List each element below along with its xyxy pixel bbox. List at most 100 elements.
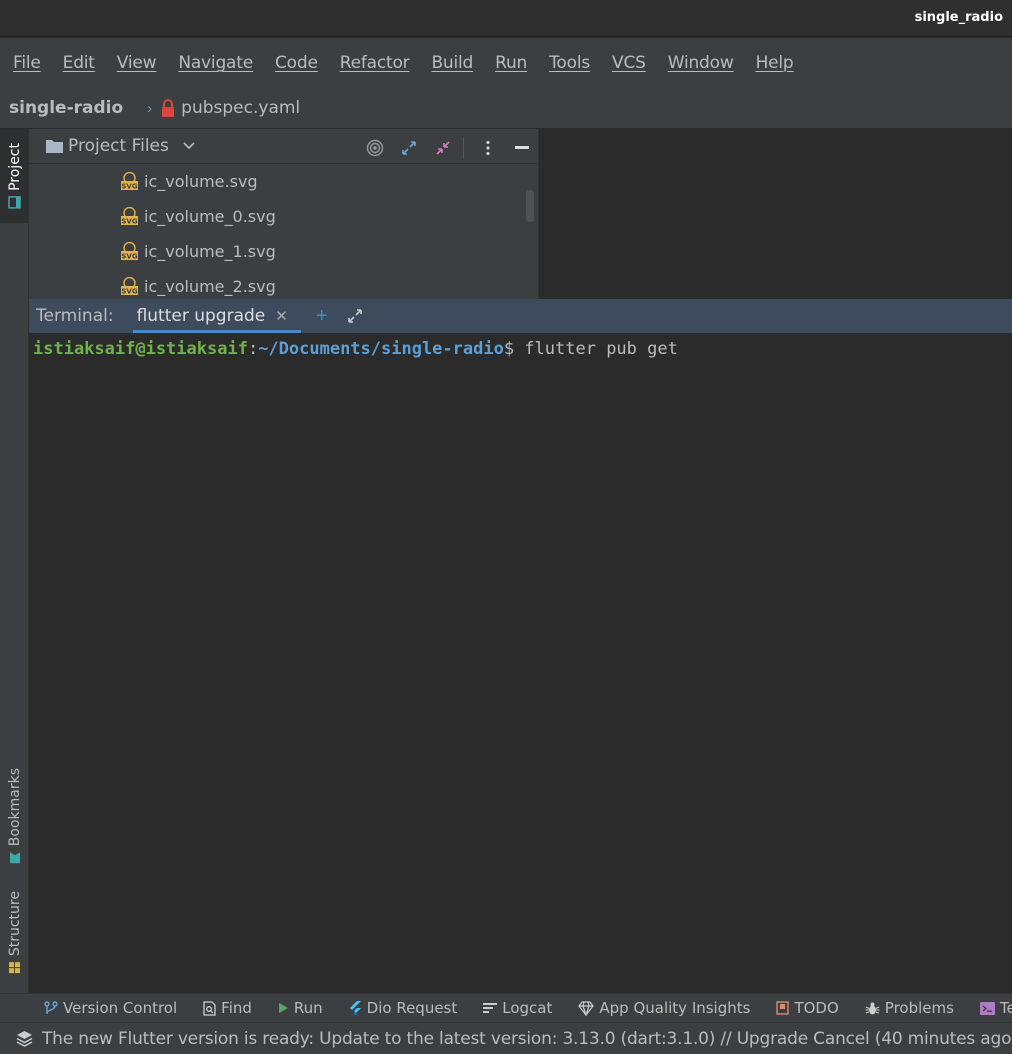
window-title: single_radio xyxy=(914,10,1003,25)
tool-window-bar: Version Control Find Run Dio Request Log… xyxy=(0,993,1012,1022)
svg-file-icon: SVG xyxy=(121,172,138,191)
left-tool-strip: Project Bookmarks Structure xyxy=(0,129,29,993)
menu-vcs[interactable]: VCS xyxy=(612,53,646,73)
menu-window[interactable]: Window xyxy=(668,53,734,73)
status-bar: The new Flutter version is ready: Update… xyxy=(0,1022,1012,1054)
more-options-icon[interactable] xyxy=(478,138,498,158)
menu-refactor[interactable]: Refactor xyxy=(340,53,410,73)
tool-label: Version Control xyxy=(63,999,178,1017)
tool-dio-request[interactable]: Dio Request xyxy=(349,999,458,1017)
list-item[interactable]: SVG ic_volume.svg xyxy=(29,164,539,199)
terminal-output[interactable]: istiaksaif@istiaksaif:~/Documents/single… xyxy=(29,333,1012,993)
prompt-user: istiaksaif@istiaksaif xyxy=(33,339,248,359)
menu-view[interactable]: View xyxy=(117,53,157,73)
problems-icon xyxy=(865,1002,880,1014)
diamond-icon xyxy=(578,1000,595,1016)
logcat-icon xyxy=(483,1003,498,1013)
project-icon xyxy=(8,196,21,209)
tool-label: Problems xyxy=(884,999,954,1017)
collapse-all-icon[interactable] xyxy=(433,138,453,158)
terminal-label: Terminal: xyxy=(36,306,114,326)
close-icon[interactable]: ✕ xyxy=(275,307,288,325)
flutter-icon xyxy=(349,1000,361,1015)
terminal-command: flutter pub get xyxy=(524,339,678,359)
terminal-line: istiaksaif@istiaksaif:~/Documents/single… xyxy=(33,339,1012,359)
list-item[interactable]: SVG ic_volume_1.svg xyxy=(29,234,539,269)
terminal-tab-label: flutter upgrade xyxy=(136,306,266,326)
todo-icon xyxy=(776,1001,790,1015)
breadcrumb-project[interactable]: single-radio xyxy=(9,98,123,118)
menu-navigate[interactable]: Navigate xyxy=(178,53,253,73)
tab-project[interactable]: Project xyxy=(0,129,29,223)
status-message[interactable]: The new Flutter version is ready: Update… xyxy=(42,1029,1012,1049)
svg-file-icon: SVG xyxy=(121,242,138,261)
play-icon xyxy=(278,1003,288,1013)
tool-label: App Quality Insights xyxy=(599,999,751,1017)
menu-build[interactable]: Build xyxy=(431,53,473,73)
maximize-icon[interactable] xyxy=(346,307,364,325)
layers-icon[interactable] xyxy=(16,1030,33,1047)
project-panel-header: Project Files xyxy=(29,129,539,164)
bookmark-icon xyxy=(9,852,20,864)
list-item[interactable]: SVG ic_volume_0.svg xyxy=(29,199,539,234)
prompt-symbol: $ xyxy=(503,339,525,359)
project-view-selector[interactable]: Project Files xyxy=(68,136,169,156)
branch-icon xyxy=(44,1000,58,1014)
chevron-down-icon[interactable] xyxy=(183,142,195,150)
prompt-separator: : xyxy=(247,339,259,359)
menu-edit[interactable]: Edit xyxy=(63,53,95,73)
find-icon xyxy=(203,1000,216,1016)
menu-bar: File Edit View Navigate Code Refactor Bu… xyxy=(0,38,1012,88)
tool-label: TODO xyxy=(794,999,839,1017)
tab-bookmarks[interactable]: Bookmarks xyxy=(0,761,29,871)
file-name: ic_volume_0.svg xyxy=(144,207,276,226)
file-name: ic_volume_1.svg xyxy=(144,242,276,261)
prompt-path: ~/Documents/single-radio xyxy=(258,339,504,359)
chevron-right-icon: › xyxy=(147,99,153,117)
tool-label: Dio Request xyxy=(366,999,458,1017)
expand-all-icon[interactable] xyxy=(399,138,419,158)
svg-text:SVG: SVG xyxy=(121,183,137,191)
tool-app-quality-insights[interactable]: App Quality Insights xyxy=(578,999,750,1017)
terminal-icon xyxy=(979,1001,995,1015)
file-tree: SVG ic_volume.svg SVG ic_volume_0.svg SV… xyxy=(29,164,539,304)
tab-structure[interactable]: Structure xyxy=(0,883,29,983)
lock-icon xyxy=(162,99,175,117)
menu-file[interactable]: File xyxy=(13,53,41,73)
tool-label: Run xyxy=(293,999,323,1017)
file-name: ic_volume_2.svg xyxy=(144,277,276,296)
tool-find[interactable]: Find xyxy=(203,999,252,1017)
project-header-actions xyxy=(365,137,546,159)
plus-icon[interactable]: + xyxy=(316,305,328,328)
menu-tools[interactable]: Tools xyxy=(549,53,590,73)
menu-help[interactable]: Help xyxy=(756,53,794,73)
tool-terminal[interactable]: Terminal xyxy=(979,999,1012,1017)
terminal-header: Terminal: flutter upgrade ✕ + xyxy=(29,299,1012,333)
svg-file-icon: SVG xyxy=(121,277,138,296)
locate-icon[interactable] xyxy=(365,138,385,158)
breadcrumb-file[interactable]: pubspec.yaml xyxy=(181,98,300,118)
tool-logcat[interactable]: Logcat xyxy=(483,999,552,1017)
minimize-icon[interactable] xyxy=(512,138,532,158)
svg-file-icon: SVG xyxy=(121,207,138,226)
title-bar: single_radio xyxy=(0,0,1012,37)
svg-text:SVG: SVG xyxy=(121,218,137,226)
tool-label: Logcat xyxy=(502,999,553,1017)
svg-text:SVG: SVG xyxy=(121,253,137,261)
terminal-tab[interactable]: flutter upgrade ✕ xyxy=(132,299,302,333)
folder-icon xyxy=(46,140,63,153)
tool-label: Find xyxy=(221,999,252,1017)
project-panel: Project Files SVG ic_volume.svg SVG ic_v… xyxy=(29,129,539,299)
tool-version-control[interactable]: Version Control xyxy=(44,999,177,1017)
tool-todo[interactable]: TODO xyxy=(776,999,839,1017)
navigation-bar: single-radio › pubspec.yaml xyxy=(0,88,1012,129)
tab-bookmarks-label: Bookmarks xyxy=(6,767,23,847)
menu-code[interactable]: Code xyxy=(275,53,318,73)
menu-run[interactable]: Run xyxy=(495,53,527,73)
tool-problems[interactable]: Problems xyxy=(865,999,954,1017)
scrollbar-thumb[interactable] xyxy=(526,190,534,222)
structure-icon xyxy=(9,962,20,974)
tool-label: Terminal xyxy=(999,999,1012,1017)
file-name: ic_volume.svg xyxy=(144,172,258,191)
tool-run[interactable]: Run xyxy=(278,999,323,1017)
